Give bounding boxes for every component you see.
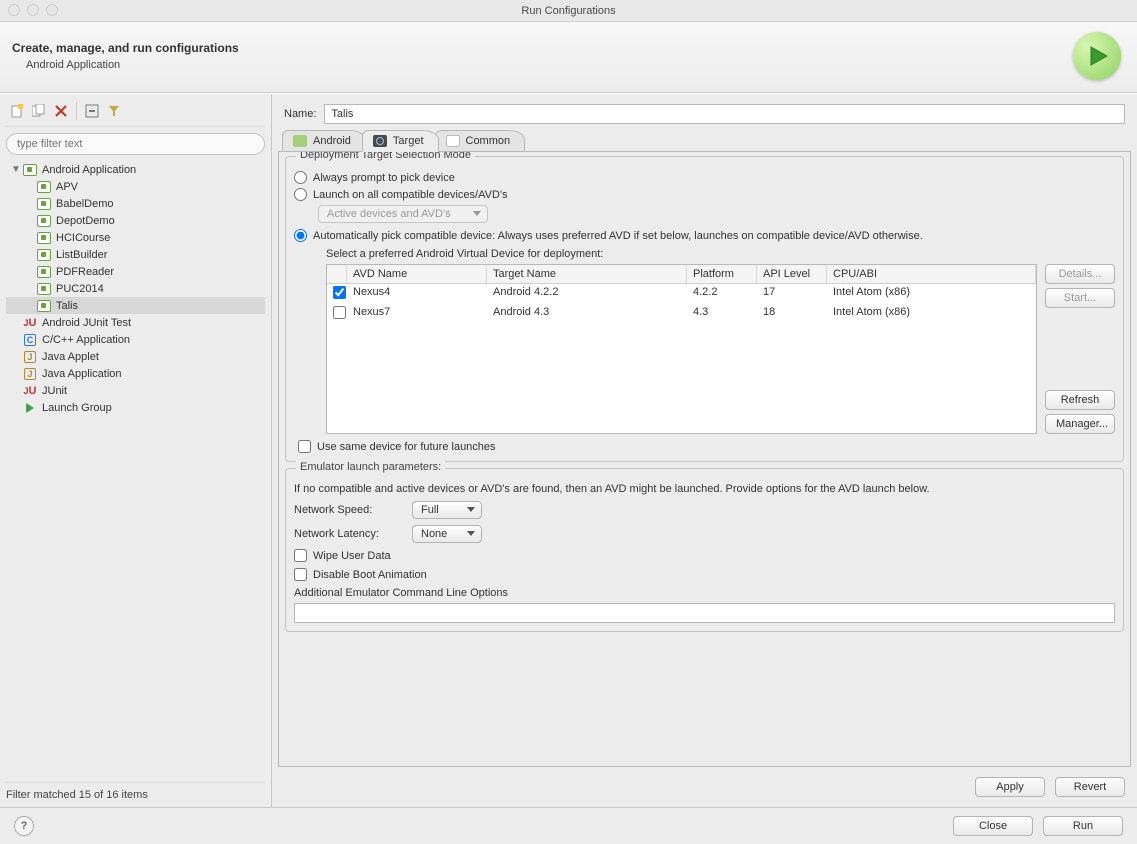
use-same-device-checkbox[interactable] bbox=[298, 440, 311, 453]
window-zoom-button[interactable] bbox=[46, 4, 58, 16]
apply-button[interactable]: Apply bbox=[975, 777, 1045, 797]
emulator-note: If no compatible and active devices or A… bbox=[294, 483, 1115, 495]
disable-boot-anim-checkbox[interactable] bbox=[294, 568, 307, 581]
tree-type-java-application[interactable]: JJava Application bbox=[6, 365, 265, 382]
header-subtitle: Android Application bbox=[26, 59, 1073, 71]
filter-status: Filter matched 15 of 16 items bbox=[6, 782, 265, 801]
manager-button[interactable]: Manager... bbox=[1045, 414, 1115, 434]
avd-caption: Select a preferred Android Virtual Devic… bbox=[326, 248, 1115, 260]
tree-type-junit[interactable]: JUJUnit bbox=[6, 382, 265, 399]
tree-config-depotdemo[interactable]: DepotDemo bbox=[6, 212, 265, 229]
tab-common[interactable]: Common bbox=[435, 130, 526, 151]
titlebar: Run Configurations bbox=[0, 0, 1137, 22]
emulator-group: Emulator launch parameters: If no compat… bbox=[285, 468, 1124, 632]
collapse-all-button[interactable] bbox=[83, 102, 101, 120]
target-icon bbox=[373, 135, 387, 147]
tree-root-android-application[interactable]: ▼ Android Application bbox=[6, 161, 265, 178]
tab-android[interactable]: Android bbox=[282, 130, 366, 151]
net-speed-label: Network Speed: bbox=[294, 504, 404, 516]
avd-checkbox[interactable] bbox=[333, 306, 346, 319]
close-button[interactable]: Close bbox=[953, 816, 1033, 836]
deployment-legend: Deployment Target Selection Mode bbox=[296, 152, 475, 161]
tree-label: Android Application bbox=[42, 164, 136, 176]
tree-config-listbuilder[interactable]: ListBuilder bbox=[6, 246, 265, 263]
start-button[interactable]: Start... bbox=[1045, 288, 1115, 308]
tree-config-hcicourse[interactable]: HCICourse bbox=[6, 229, 265, 246]
help-button[interactable]: ? bbox=[14, 816, 34, 836]
header-title: Create, manage, and run configurations bbox=[12, 41, 1073, 55]
deployment-group: Deployment Target Selection Mode Always … bbox=[285, 156, 1124, 462]
window-title: Run Configurations bbox=[0, 5, 1137, 17]
name-input[interactable] bbox=[324, 104, 1125, 124]
sidebar-toolbar bbox=[6, 100, 265, 127]
net-speed-dropdown[interactable]: Full bbox=[412, 501, 482, 519]
avd-row-nexus7[interactable]: Nexus7Android 4.34.318Intel Atom (x86) bbox=[327, 304, 1036, 324]
window-minimize-button[interactable] bbox=[27, 4, 39, 16]
duplicate-config-button[interactable] bbox=[30, 102, 48, 120]
android-icon bbox=[293, 135, 307, 147]
extra-options-label: Additional Emulator Command Line Options bbox=[294, 587, 1115, 599]
new-config-button[interactable] bbox=[8, 102, 26, 120]
window-close-button[interactable] bbox=[8, 4, 20, 16]
config-tree[interactable]: ▼ Android Application APVBabelDemoDepotD… bbox=[6, 161, 265, 782]
avd-row-nexus4[interactable]: Nexus4Android 4.2.24.2.217Intel Atom (x8… bbox=[327, 284, 1036, 304]
filter-menu-button[interactable] bbox=[105, 102, 123, 120]
tree-config-pdfreader[interactable]: PDFReader bbox=[6, 263, 265, 280]
tree-type-c-c-application[interactable]: CC/C++ Application bbox=[6, 331, 265, 348]
header-band: Create, manage, and run configurations A… bbox=[0, 22, 1137, 93]
tree-config-puc2014[interactable]: PUC2014 bbox=[6, 280, 265, 297]
tree-config-babeldemo[interactable]: BabelDemo bbox=[6, 195, 265, 212]
details-button[interactable]: Details... bbox=[1045, 264, 1115, 284]
active-devices-dropdown: Active devices and AVD's bbox=[318, 205, 488, 223]
avd-table[interactable]: AVD Name Target Name Platform API Level … bbox=[326, 264, 1037, 434]
tab-bar: Android Target Common bbox=[278, 130, 1131, 152]
radio-auto-pick[interactable] bbox=[294, 229, 307, 242]
revert-button[interactable]: Revert bbox=[1055, 777, 1125, 797]
tree-type-launch-group[interactable]: Launch Group bbox=[6, 399, 265, 416]
tree-type-java-applet[interactable]: JJava Applet bbox=[6, 348, 265, 365]
run-button[interactable]: Run bbox=[1043, 816, 1123, 836]
refresh-button[interactable]: Refresh bbox=[1045, 390, 1115, 410]
tree-type-android-junit-test[interactable]: JUAndroid JUnit Test bbox=[6, 314, 265, 331]
tab-target[interactable]: Target bbox=[362, 130, 439, 152]
tree-config-apv[interactable]: APV bbox=[6, 178, 265, 195]
tree-config-talis[interactable]: Talis bbox=[6, 297, 265, 314]
wipe-user-data-checkbox[interactable] bbox=[294, 549, 307, 562]
delete-config-button[interactable] bbox=[52, 102, 70, 120]
emulator-legend: Emulator launch parameters: bbox=[296, 461, 445, 473]
common-icon bbox=[446, 135, 460, 147]
name-label: Name: bbox=[284, 108, 316, 120]
avd-checkbox[interactable] bbox=[333, 286, 346, 299]
net-latency-label: Network Latency: bbox=[294, 528, 404, 540]
radio-always-prompt[interactable] bbox=[294, 171, 307, 184]
net-latency-dropdown[interactable]: None bbox=[412, 525, 482, 543]
run-hero-icon bbox=[1073, 32, 1121, 80]
radio-launch-all[interactable] bbox=[294, 188, 307, 201]
extra-options-input[interactable] bbox=[294, 603, 1115, 623]
filter-input[interactable] bbox=[6, 133, 265, 155]
